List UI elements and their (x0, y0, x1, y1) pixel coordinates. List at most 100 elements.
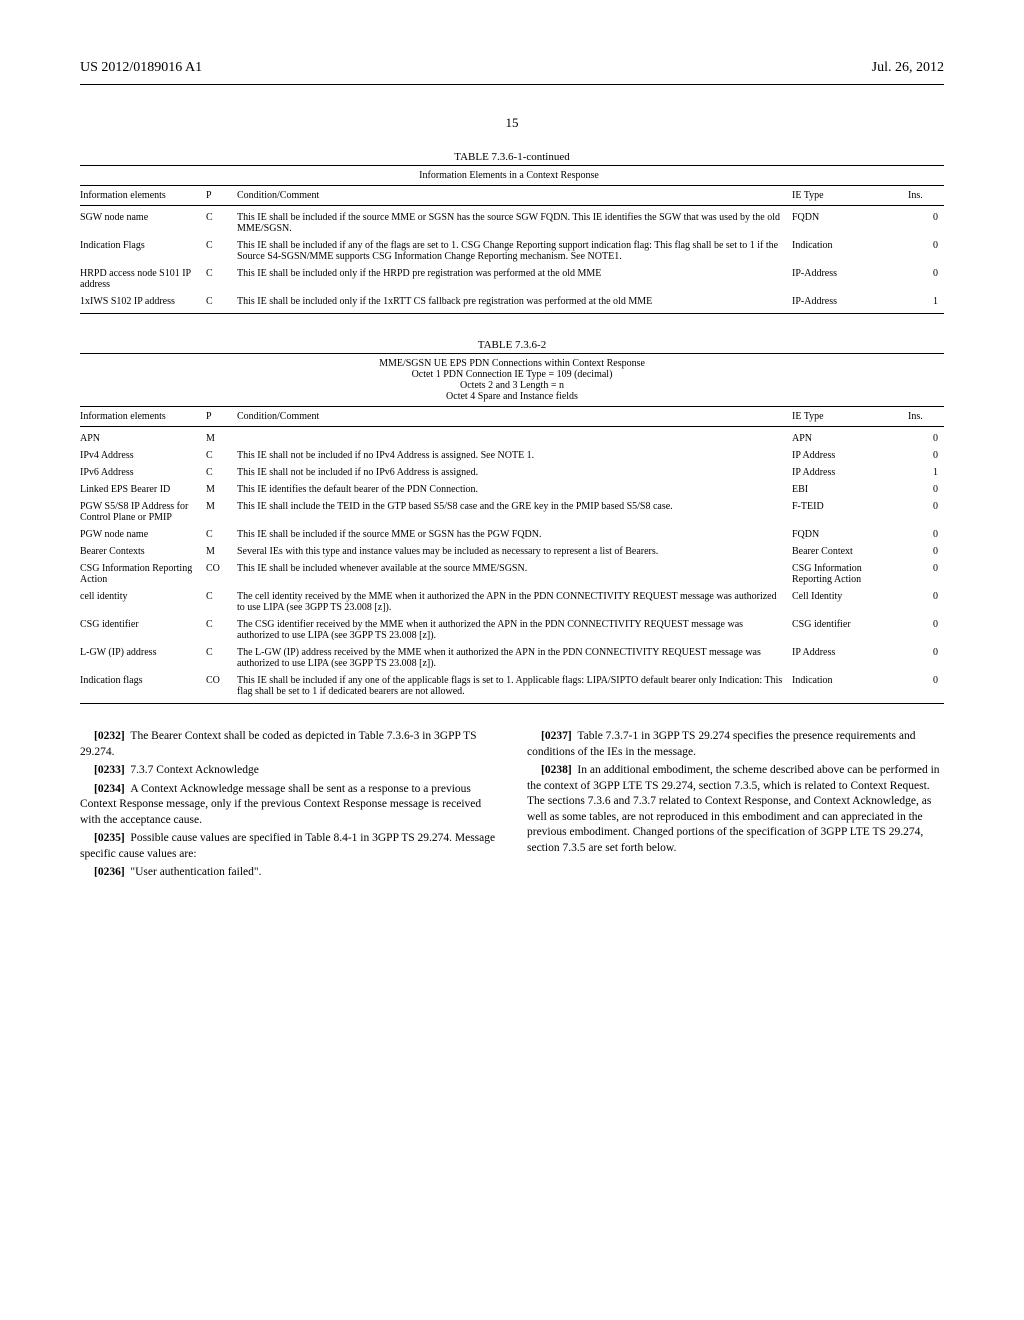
table-cell: 0 (908, 481, 944, 498)
left-column: [0232] The Bearer Context shall be coded… (80, 729, 497, 884)
table-cell: M (206, 498, 237, 526)
p0233-num: [0233] (94, 764, 125, 776)
table-cell: 1xIWS S102 IP address (80, 293, 206, 314)
table-cell: 0 (908, 265, 944, 293)
table-cell: This IE identifies the default bearer of… (237, 481, 792, 498)
table-row: Indication flagsCOThis IE shall be inclu… (80, 672, 944, 704)
table-cell: C (206, 206, 237, 238)
table-cell: APN (792, 427, 908, 448)
table-cell: C (206, 644, 237, 672)
table1: Information Elements in a Context Respon… (80, 165, 944, 314)
header-rule (80, 84, 944, 85)
table2-h-cond: Condition/Comment (237, 407, 792, 427)
p0237-num: [0237] (541, 730, 572, 742)
body-text: [0232] The Bearer Context shall be coded… (80, 729, 944, 884)
table-cell: EBI (792, 481, 908, 498)
table-cell: PGW node name (80, 526, 206, 543)
table-cell: Several IEs with this type and instance … (237, 543, 792, 560)
table-cell: M (206, 543, 237, 560)
table-cell: IP Address (792, 644, 908, 672)
table-cell: L-GW (IP) address (80, 644, 206, 672)
table2-subtitle-block: MME/SGSN UE EPS PDN Connections within C… (80, 353, 944, 407)
table-cell: 0 (908, 498, 944, 526)
table-cell: IPv4 Address (80, 447, 206, 464)
table-cell: APN (80, 427, 206, 448)
table-cell: 0 (908, 206, 944, 238)
table-cell: CSG identifier (792, 616, 908, 644)
table-cell (237, 427, 792, 448)
page-header: US 2012/0189016 A1 Jul. 26, 2012 (80, 60, 944, 76)
p0236-num: [0236] (94, 866, 125, 878)
table2-sub3: Octets 2 and 3 Length = n (80, 380, 944, 391)
table-cell: C (206, 447, 237, 464)
table-cell: PGW S5/S8 IP Address for Control Plane o… (80, 498, 206, 526)
table-row: 1xIWS S102 IP addressCThis IE shall be i… (80, 293, 944, 314)
table-cell: Indication (792, 237, 908, 265)
table-row: CSG Information Reporting ActionCOThis I… (80, 560, 944, 588)
table-cell: This IE shall be included if any one of … (237, 672, 792, 704)
table2-title: TABLE 7.3.6-2 (80, 339, 944, 351)
table-cell: CSG identifier (80, 616, 206, 644)
table-cell: This IE shall be included if the source … (237, 206, 792, 238)
table-cell: This IE shall be included only if the HR… (237, 265, 792, 293)
table2-h-ins: Ins. (908, 407, 944, 427)
table-cell: IP-Address (792, 265, 908, 293)
table-cell: Indication flags (80, 672, 206, 704)
table-cell: SGW node name (80, 206, 206, 238)
right-column: [0237] Table 7.3.7-1 in 3GPP TS 29.274 s… (527, 729, 944, 884)
table-cell: This IE shall not be included if no IPv4… (237, 447, 792, 464)
table-cell: Bearer Contexts (80, 543, 206, 560)
p0237-text: Table 7.3.7-1 in 3GPP TS 29.274 specifie… (527, 730, 915, 758)
table-row: PGW node nameCThis IE shall be included … (80, 526, 944, 543)
p0233-text: 7.3.7 Context Acknowledge (130, 764, 258, 776)
table-cell: C (206, 293, 237, 314)
table-cell: This IE shall be included whenever avail… (237, 560, 792, 588)
p0235-num: [0235] (94, 832, 125, 844)
page-number: 15 (80, 115, 944, 131)
table-cell: This IE shall be included only if the 1x… (237, 293, 792, 314)
table-cell: IP Address (792, 447, 908, 464)
table-cell: 0 (908, 526, 944, 543)
table-cell: Bearer Context (792, 543, 908, 560)
table-cell: C (206, 464, 237, 481)
table-cell: 0 (908, 543, 944, 560)
table1-h-ins: Ins. (908, 186, 944, 206)
publication-date: Jul. 26, 2012 (872, 60, 944, 76)
table-row: HRPD access node S101 IP addressCThis IE… (80, 265, 944, 293)
table-cell: FQDN (792, 206, 908, 238)
table-row: Bearer ContextsMSeveral IEs with this ty… (80, 543, 944, 560)
table-cell: 0 (908, 447, 944, 464)
table-cell: The CSG identifier received by the MME w… (237, 616, 792, 644)
table2-h-p: P (206, 407, 237, 427)
table-cell: Cell Identity (792, 588, 908, 616)
p0235-text: Possible cause values are specified in T… (80, 832, 495, 860)
table-cell: 0 (908, 237, 944, 265)
table2-sub4: Octet 4 Spare and Instance fields (80, 391, 944, 402)
table-cell: M (206, 481, 237, 498)
table2-h-ie: Information elements (80, 407, 206, 427)
table-cell: This IE shall be included if any of the … (237, 237, 792, 265)
p0234-num: [0234] (94, 783, 125, 795)
table-row: APNMAPN0 (80, 427, 944, 448)
table-row: cell identityCThe cell identity received… (80, 588, 944, 616)
table2-sub2: Octet 1 PDN Connection IE Type = 109 (de… (80, 369, 944, 380)
table-cell: The L-GW (IP) address received by the MM… (237, 644, 792, 672)
table-cell: C (206, 616, 237, 644)
table-cell: C (206, 237, 237, 265)
table-cell: 0 (908, 616, 944, 644)
table-cell: CSG Information Reporting Action (792, 560, 908, 588)
table-cell: C (206, 265, 237, 293)
p0238-num: [0238] (541, 764, 572, 776)
table-cell: CO (206, 672, 237, 704)
table-cell: This IE shall not be included if no IPv6… (237, 464, 792, 481)
table-cell: F-TEID (792, 498, 908, 526)
table-cell: 0 (908, 672, 944, 704)
table-cell: 1 (908, 464, 944, 481)
table-cell: Linked EPS Bearer ID (80, 481, 206, 498)
table-cell: Indication Flags (80, 237, 206, 265)
table-cell: CSG Information Reporting Action (80, 560, 206, 588)
table-row: CSG identifierCThe CSG identifier receiv… (80, 616, 944, 644)
table1-subtitle: Information Elements in a Context Respon… (80, 166, 944, 186)
table-cell: cell identity (80, 588, 206, 616)
table-row: PGW S5/S8 IP Address for Control Plane o… (80, 498, 944, 526)
